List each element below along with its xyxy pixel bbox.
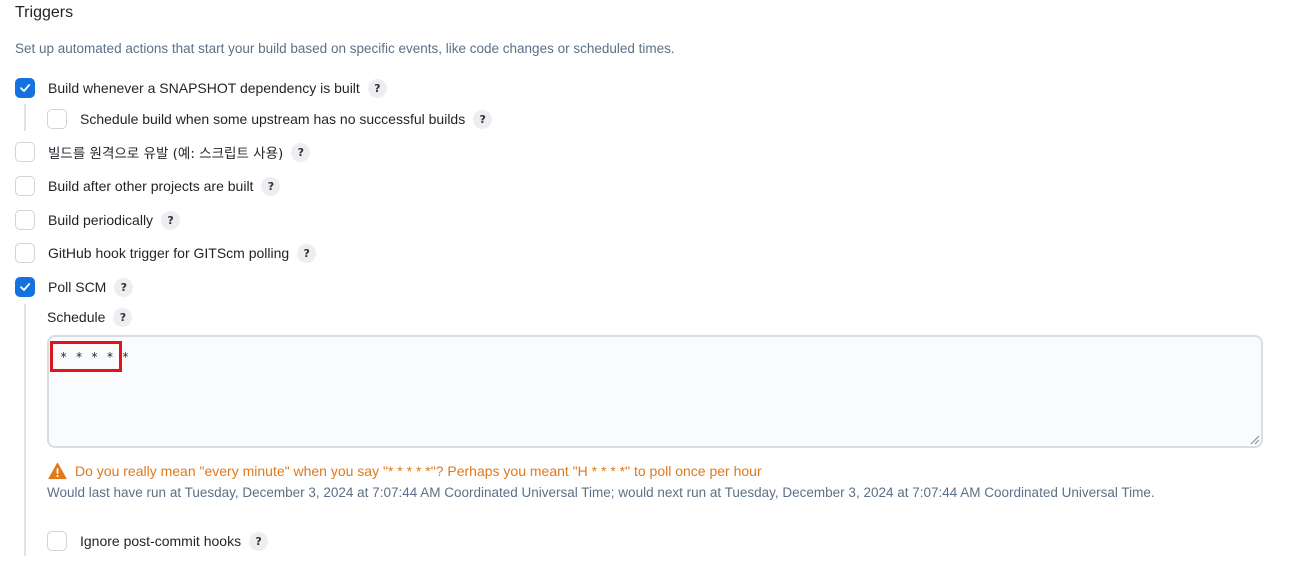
resize-grip-icon[interactable] bbox=[1249, 434, 1260, 445]
schedule-label: Schedule bbox=[47, 309, 106, 325]
ignore-hooks-checkbox[interactable] bbox=[47, 531, 67, 551]
trigger-snapshot-checkbox[interactable] bbox=[15, 78, 35, 98]
trigger-github-hook-checkbox[interactable] bbox=[15, 243, 35, 263]
help-icon[interactable]: ? bbox=[161, 210, 181, 230]
trigger-snapshot-label[interactable]: Build whenever a SNAPSHOT dependency is … bbox=[48, 80, 360, 96]
help-icon[interactable]: ? bbox=[291, 142, 311, 162]
schedule-value-highlight[interactable]: * * * * * bbox=[50, 341, 129, 372]
trigger-github-hook-row: GitHub hook trigger for GITScm polling ? bbox=[15, 242, 317, 264]
indent-line-poll-scm bbox=[24, 304, 26, 556]
trigger-remote-checkbox[interactable] bbox=[15, 142, 35, 162]
trigger-upstream-row: Schedule build when some upstream has no… bbox=[47, 108, 493, 130]
trigger-periodic-label[interactable]: Build periodically bbox=[48, 212, 153, 228]
trigger-github-hook-label[interactable]: GitHub hook trigger for GITScm polling bbox=[48, 245, 289, 261]
help-icon[interactable]: ? bbox=[249, 531, 269, 551]
schedule-warning-text: Do you really mean "every minute" when y… bbox=[75, 463, 762, 479]
indent-line-snapshot bbox=[24, 104, 26, 131]
check-icon bbox=[20, 283, 31, 291]
section-description: Set up automated actions that start your… bbox=[15, 41, 675, 56]
trigger-after-other-checkbox[interactable] bbox=[15, 176, 35, 196]
trigger-poll-scm-row: Poll SCM ? bbox=[15, 276, 134, 298]
help-icon[interactable]: ? bbox=[114, 277, 134, 297]
trigger-snapshot-row: Build whenever a SNAPSHOT dependency is … bbox=[15, 77, 387, 99]
trigger-after-other-row: Build after other projects are built ? bbox=[15, 175, 281, 197]
check-icon bbox=[20, 84, 31, 92]
help-icon[interactable]: ? bbox=[297, 243, 317, 263]
trigger-remote-row: 빌드를 원격으로 유발 (예: 스크립트 사용) ? bbox=[15, 141, 311, 163]
schedule-warning: Do you really mean "every minute" when y… bbox=[48, 462, 762, 480]
trigger-after-other-label[interactable]: Build after other projects are built bbox=[48, 178, 253, 194]
schedule-label-row: Schedule ? bbox=[47, 306, 133, 328]
trigger-periodic-checkbox[interactable] bbox=[15, 210, 35, 230]
trigger-poll-scm-checkbox[interactable] bbox=[15, 277, 35, 297]
schedule-textarea[interactable] bbox=[47, 335, 1263, 448]
schedule-run-info: Would last have run at Tuesday, December… bbox=[47, 485, 1155, 500]
trigger-remote-label[interactable]: 빌드를 원격으로 유발 (예: 스크립트 사용) bbox=[48, 142, 283, 162]
ignore-hooks-label[interactable]: Ignore post-commit hooks bbox=[80, 533, 241, 549]
help-icon[interactable]: ? bbox=[261, 176, 281, 196]
trigger-upstream-label[interactable]: Schedule build when some upstream has no… bbox=[80, 111, 465, 127]
ignore-hooks-row: Ignore post-commit hooks ? bbox=[47, 530, 269, 552]
help-icon[interactable]: ? bbox=[367, 78, 387, 98]
warning-icon bbox=[48, 462, 67, 480]
section-title: Triggers bbox=[15, 4, 74, 21]
help-icon[interactable]: ? bbox=[473, 109, 493, 129]
trigger-periodic-row: Build periodically ? bbox=[15, 209, 181, 231]
help-icon[interactable]: ? bbox=[113, 307, 133, 327]
trigger-poll-scm-label[interactable]: Poll SCM bbox=[48, 279, 106, 295]
trigger-upstream-checkbox[interactable] bbox=[47, 109, 67, 129]
